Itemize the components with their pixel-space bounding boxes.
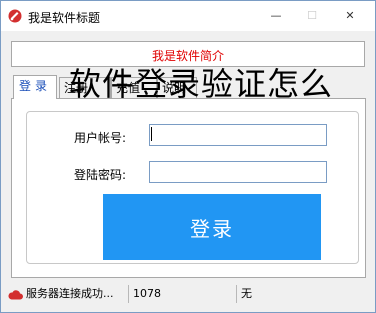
app-window: 我是软件标题 — ☐ ✕ 我是软件简介 注册 充值 说明 登录 用户帐号: 登陆… xyxy=(0,0,376,313)
close-button[interactable]: ✕ xyxy=(331,1,369,31)
server-status-text: 服务器连接成功... xyxy=(26,287,114,300)
status-info: 无 xyxy=(241,287,252,300)
account-label: 用户帐号: xyxy=(74,131,127,145)
status-bar: 服务器连接成功... 1078 无 xyxy=(1,284,375,304)
status-divider xyxy=(128,285,129,303)
account-input[interactable] xyxy=(149,124,327,146)
status-divider xyxy=(236,285,237,303)
tab-login[interactable]: 登录 xyxy=(13,75,57,99)
maximize-button[interactable]: ☐ xyxy=(293,1,331,31)
login-form-group: 用户帐号: 登陆密码: 登录 xyxy=(26,111,359,264)
overlay-title-text: 软件登录验证怎么 xyxy=(69,65,334,103)
minimize-button[interactable]: — xyxy=(257,1,295,31)
app-logo-icon xyxy=(8,9,22,23)
cloud-icon xyxy=(8,290,23,300)
title-bar[interactable]: 我是软件标题 — ☐ ✕ xyxy=(1,1,375,31)
login-tab-panel: 用户帐号: 登陆密码: 登录 xyxy=(11,98,366,278)
text-caret xyxy=(151,127,152,141)
password-input[interactable] xyxy=(149,161,327,183)
login-button[interactable]: 登录 xyxy=(103,194,321,260)
window-title: 我是软件标题 xyxy=(28,11,101,25)
status-count: 1078 xyxy=(133,287,161,300)
password-label: 登陆密码: xyxy=(74,168,127,182)
